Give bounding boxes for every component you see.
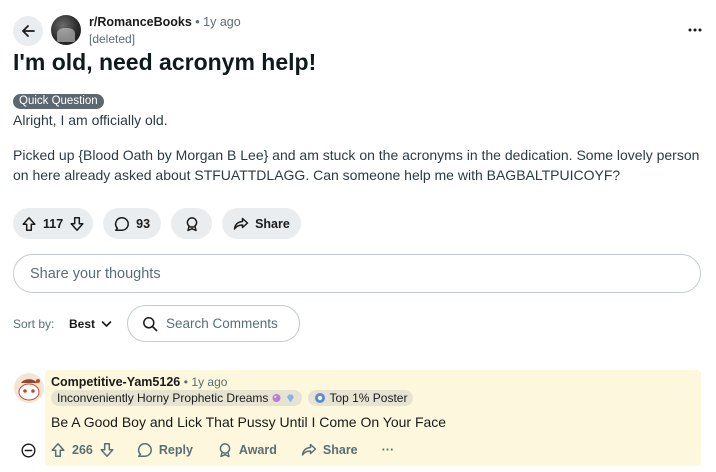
comment-award-button[interactable]: Award	[217, 442, 277, 458]
reply-label: Reply	[158, 443, 193, 457]
composer-placeholder: Share your thoughts	[30, 265, 161, 282]
sort-value: Best	[69, 317, 96, 331]
chevron-down-icon	[101, 321, 112, 327]
gem-icon	[287, 394, 295, 402]
more-icon: ···	[381, 443, 395, 457]
sort-label: Sort by:	[13, 317, 55, 331]
comment-flairs: Inconveniently Horny Prophetic Dreams To…	[51, 390, 414, 406]
comment-share-button[interactable]: Share	[301, 442, 358, 458]
user-flair: Inconveniently Horny Prophetic Dreams	[51, 390, 303, 406]
subreddit-name[interactable]: r/RomanceBooks	[89, 15, 192, 29]
share-icon	[301, 443, 317, 456]
comment-more-button[interactable]: ···	[382, 443, 395, 457]
downvote-icon[interactable]	[99, 442, 115, 458]
post-author: [deleted]	[89, 32, 136, 46]
top-poster-label: Top 1% Poster	[329, 391, 408, 405]
avatar[interactable]	[14, 373, 44, 403]
post-title: I'm old, need acronym help!	[13, 49, 317, 75]
separator-dot: •	[195, 15, 200, 29]
reply-button[interactable]: Reply	[137, 442, 193, 458]
comment-score: 266	[72, 443, 93, 457]
post-header: r/RomanceBooks • 1y ago [deleted]	[13, 14, 703, 48]
search-icon	[143, 316, 158, 331]
vote-pill: 117	[13, 208, 94, 239]
comment-text: Be A Good Boy and Lick That Pussy Until …	[51, 414, 447, 430]
post-action-bar: 117 93 Share	[13, 208, 301, 239]
comment-composer-input[interactable]: Share your thoughts	[13, 254, 701, 293]
comment-meta: Competitive-Yam5126 • 1y ago	[51, 375, 227, 389]
back-arrow-icon	[22, 25, 35, 37]
comment-age: 1y ago	[191, 375, 228, 389]
award-icon	[186, 216, 197, 231]
search-comments-input[interactable]: Search Comments	[127, 305, 300, 342]
collapse-button[interactable]	[20, 442, 36, 458]
subreddit-avatar[interactable]	[51, 15, 81, 45]
comment-author[interactable]: Competitive-Yam5126	[51, 375, 180, 389]
subreddit-line: r/RomanceBooks • 1y ago	[89, 15, 241, 29]
top-poster-badge: Top 1% Poster	[308, 390, 414, 406]
upvote-icon[interactable]	[21, 216, 37, 232]
post-body-paragraph: Picked up {Blood Oath by Morgan B Lee} a…	[13, 147, 700, 183]
award-button[interactable]	[171, 208, 213, 239]
post-overflow-button[interactable]	[687, 22, 703, 38]
comment-action-bar: 266 Reply Award Share ···	[20, 441, 418, 459]
overflow-icon	[688, 28, 702, 32]
comment-vote: 266	[50, 442, 115, 458]
collapse-icon	[20, 442, 36, 458]
share-label: Share	[255, 216, 290, 231]
post-body-paragraph: Alright, I am officially old.	[13, 112, 168, 128]
user-flair-label: Inconveniently Horny Prophetic Dreams	[57, 391, 269, 405]
snoo-avatar-icon	[14, 373, 44, 403]
downvote-icon[interactable]	[69, 216, 85, 232]
separator-dot: •	[183, 375, 188, 389]
award-label: Award	[238, 443, 277, 457]
search-placeholder: Search Comments	[166, 316, 278, 331]
sort-dropdown[interactable]: Best	[69, 314, 112, 334]
back-button[interactable]	[13, 16, 43, 46]
share-label: Share	[322, 443, 358, 457]
share-icon	[233, 217, 249, 230]
post-flair[interactable]: Quick Question	[13, 94, 104, 109]
post-age: 1y ago	[203, 15, 241, 29]
comment-icon	[137, 443, 152, 457]
share-button[interactable]: Share	[222, 208, 301, 239]
crystal-ball-icon	[272, 393, 281, 402]
upvote-icon[interactable]	[50, 442, 66, 458]
top-poster-icon	[315, 393, 326, 403]
comments-count: 93	[136, 216, 151, 231]
comment-icon	[115, 216, 130, 231]
post-score: 117	[43, 216, 64, 231]
award-icon	[219, 443, 231, 458]
comments-button[interactable]: 93	[103, 208, 162, 239]
